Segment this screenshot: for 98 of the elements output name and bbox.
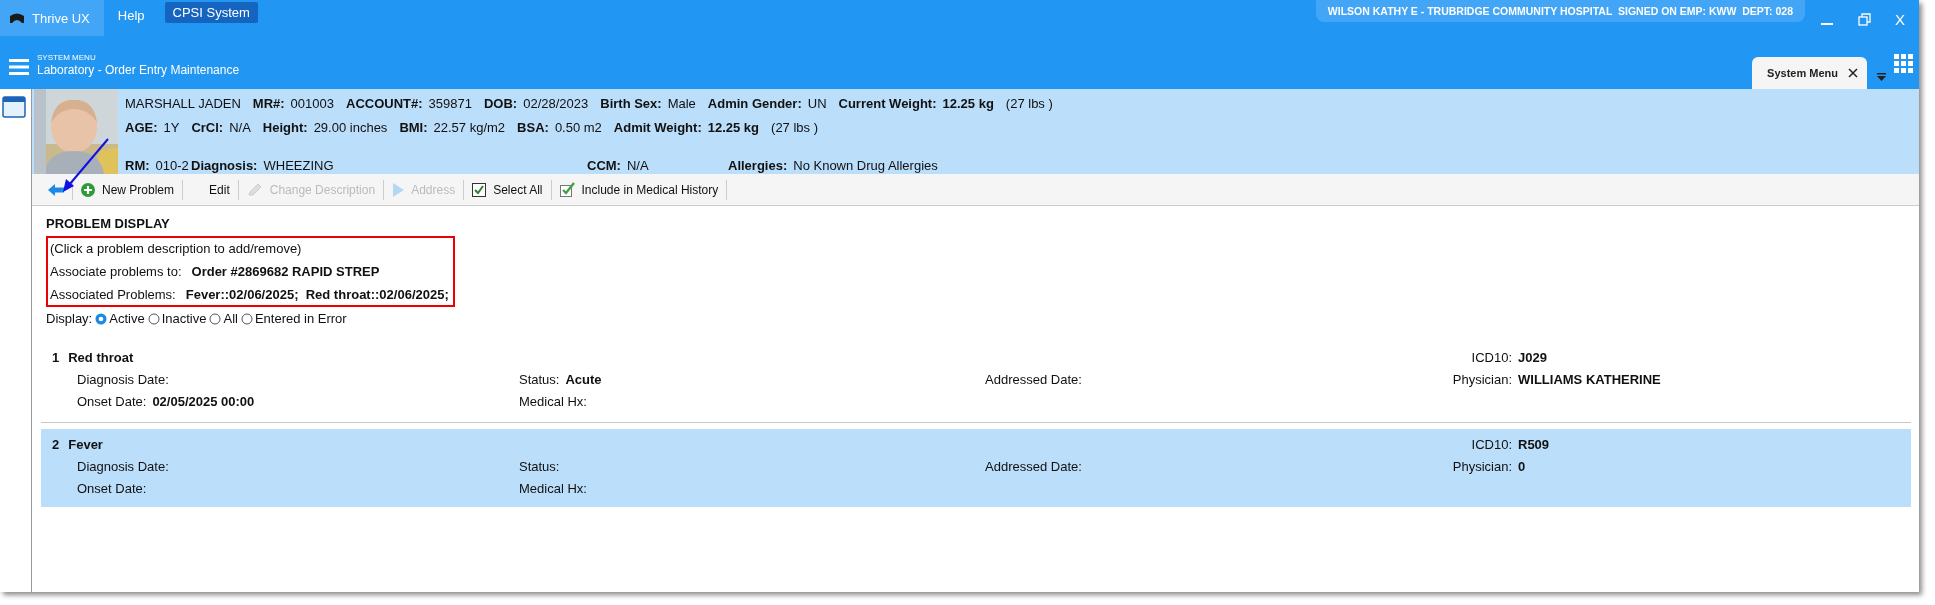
field-label: Medical Hx: — [519, 481, 587, 496]
field-value: 010-2 — [155, 157, 189, 175]
field-label: BMI: — [399, 119, 428, 137]
radio-button[interactable] — [95, 312, 108, 325]
field-label: Height: — [262, 119, 308, 137]
field-label: RM: — [125, 157, 150, 175]
radio-option[interactable]: Inactive — [147, 311, 207, 326]
field-value: N/A — [229, 119, 251, 137]
system-button[interactable]: CPSI System — [164, 2, 258, 23]
problem-name[interactable]: Fever — [68, 437, 103, 452]
radio-option[interactable]: Active — [95, 311, 145, 326]
field-label: Physician: — [1451, 372, 1512, 387]
page-title: Laboratory - Order Entry Maintenance — [37, 63, 240, 77]
field-label: MR#: — [252, 95, 285, 113]
add-icon — [81, 182, 95, 197]
problem-number: 1 — [52, 350, 60, 365]
field-label: Admit Weight: — [613, 119, 702, 137]
radio-option[interactable]: All — [209, 311, 238, 326]
field-label: Status: — [519, 372, 560, 387]
dropdown-icon[interactable] — [1877, 73, 1886, 81]
menu-subtitle: SYSTEM MENU — [37, 53, 97, 62]
field-label: ICD10: — [1470, 350, 1512, 365]
field-value: 1Y — [163, 119, 180, 137]
patient-name: MARSHALL JADEN — [125, 95, 241, 113]
problem-name[interactable]: Red throat — [68, 350, 134, 365]
field-value: 12.25 kg — [707, 119, 760, 137]
radio-button[interactable] — [240, 312, 253, 325]
field-label: Physician: — [1451, 459, 1512, 474]
field-label: Admin Gender: — [707, 95, 802, 113]
menu-icon[interactable] — [9, 59, 29, 75]
field-label: Current Weight: — [838, 95, 937, 113]
restore-icon[interactable] — [1858, 13, 1871, 26]
problem-number: 2 — [52, 437, 60, 452]
field-value: 001003 — [290, 95, 334, 113]
field-label: Addressed Date: — [985, 372, 1082, 387]
field-value: 22.57 kg/m2 — [433, 119, 506, 137]
field-label: Medical Hx: — [519, 394, 587, 409]
field-value: 02/28/2023 — [523, 95, 589, 113]
field-label: Status: — [519, 459, 560, 474]
radio-button[interactable] — [147, 312, 160, 325]
field-value: J029 — [1518, 350, 1547, 365]
weight-note: (27 lbs ) — [1005, 95, 1053, 113]
toolbar-button[interactable]: Select All — [464, 178, 551, 201]
toolbar-button[interactable]: Edit — [201, 178, 238, 201]
field-label: DOB: — [483, 95, 518, 113]
checklist-icon — [559, 182, 575, 197]
close-icon[interactable] — [1848, 68, 1858, 78]
field-label: ACCOUNT#: — [346, 95, 423, 113]
field-value: R509 — [1518, 437, 1550, 452]
problem-row[interactable]: 2 Fever ICD10: R509 Diagnosis Date: Status: Addressed Date: Physician: 0 Onset Date: Medical Hx: — [41, 429, 1911, 507]
field-value: N/A — [626, 157, 649, 175]
field-value: 12.25 kg — [942, 95, 994, 113]
radio-button[interactable] — [209, 312, 222, 325]
field-value: Fever::02/06/2025; Red throat::02/06/2025; — [185, 287, 449, 302]
field-value: Male — [667, 95, 696, 113]
field-label: Addressed Date: — [985, 459, 1082, 474]
field-label: Associate problems to: — [50, 264, 182, 279]
problem-row[interactable]: 1 Red throat ICD10: J029 Diagnosis Date: Status: Acute Addressed Date: Physician: WILLIAMS KATHERINE Onset Date: 02/05/2025 00:00 Medical Hx: — [41, 342, 1911, 420]
window-icon[interactable] — [2, 96, 26, 118]
field-label: Associated Problems: — [50, 287, 176, 302]
checkbox-icon — [472, 182, 487, 197]
field-value: 29.00 inches — [313, 119, 388, 137]
field-label: CCM: — [587, 157, 621, 175]
field-label: Birth Sex: — [600, 95, 662, 113]
radio-option[interactable]: Entered in Error — [240, 311, 347, 326]
field-value: Acute — [565, 372, 602, 387]
field-label: Allergies: — [728, 157, 788, 175]
field-value: No Known Drug Allergies — [793, 157, 938, 175]
field-label: CrCl: — [191, 119, 224, 137]
open-tab[interactable]: System Menu — [1752, 57, 1867, 89]
field-label: BSA: — [517, 119, 549, 137]
field-value: Order #2869682 RAPID STREP — [191, 264, 380, 279]
toolbar-button[interactable]: New Problem — [73, 178, 183, 201]
field-label: AGE: — [125, 119, 158, 137]
weight-note: (27 lbs ) — [771, 119, 818, 137]
field-label: Diagnosis: — [191, 157, 258, 175]
field-value: 0 — [1518, 459, 1526, 474]
field-value: WILLIAMS KATHERINE — [1518, 372, 1661, 387]
field-value: UN — [807, 95, 827, 113]
pencil-icon — [246, 182, 263, 197]
apps-grid-icon[interactable] — [1894, 54, 1913, 73]
user-banner: WILSON KATHY E - TRUBRIDGE COMMUNITY HOSPITAL SIGNED ON EMP: KWW DEPT: 028 — [1315, 0, 1805, 22]
field-value: WHEEZING — [263, 157, 334, 175]
hint-text: (Click a problem description to add/remove) — [50, 241, 303, 256]
field-label: Onset Date: — [77, 481, 147, 496]
section-title: PROBLEM DISPLAY — [46, 216, 171, 231]
field-label: Onset Date: — [77, 394, 147, 409]
field-label: ICD10: — [1470, 437, 1512, 452]
toolbar-button[interactable]: Include in Medical History — [551, 178, 727, 201]
field-value: 0.50 m2 — [554, 119, 602, 137]
back-arrow-icon[interactable] — [48, 183, 64, 196]
field-label: Diagnosis Date: — [77, 459, 169, 474]
field-label: Diagnosis Date: — [77, 372, 169, 387]
play-icon — [392, 182, 405, 197]
logo-icon — [10, 13, 24, 23]
filter-label: Display: — [46, 311, 93, 326]
field-value: 359871 — [428, 95, 472, 113]
field-value: 02/05/2025 00:00 — [152, 394, 255, 409]
